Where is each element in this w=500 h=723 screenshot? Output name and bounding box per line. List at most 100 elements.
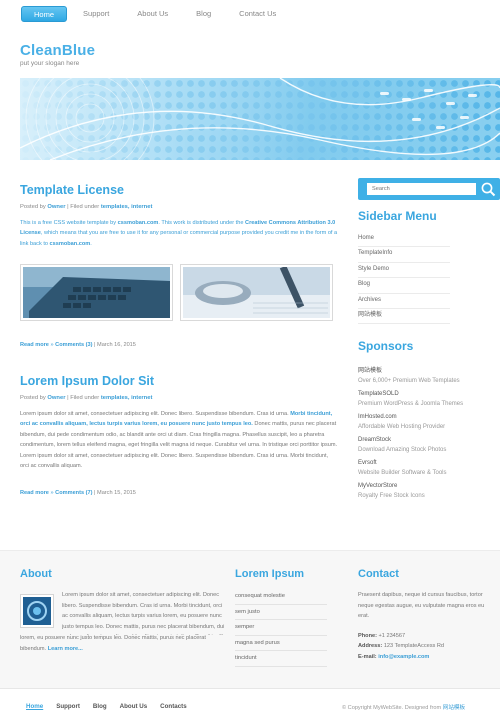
sidebar-menu-title: Sidebar Menu bbox=[358, 209, 437, 223]
lorem-list-item[interactable]: sem justo bbox=[235, 605, 327, 621]
post-text: Lorem ipsum dolor sit amet, consectetuer… bbox=[20, 411, 289, 417]
about-thumbnail bbox=[20, 594, 54, 628]
read-more-link[interactable]: Read more bbox=[20, 342, 49, 348]
post-text: . bbox=[90, 240, 92, 247]
post-category-link[interactable]: templates, internet bbox=[101, 395, 153, 401]
footer-nav-support[interactable]: Support bbox=[56, 703, 80, 710]
footer-nav-home[interactable]: Home bbox=[26, 703, 43, 710]
lorem-ipsum-title: Lorem Ipsum bbox=[235, 568, 305, 580]
contact-details: Phone: +1 234567 Address: 123 TemplateAc… bbox=[358, 631, 498, 662]
sponsor-name[interactable]: MyVectorStore bbox=[358, 483, 498, 489]
sponsor-item: DreamStock Download Amazing Stock Photos bbox=[358, 437, 498, 453]
post-title[interactable]: Template License bbox=[20, 183, 338, 197]
contact-title: Contact bbox=[358, 568, 399, 580]
nav-item-support[interactable]: Support bbox=[71, 6, 121, 22]
sidebar-item-archives[interactable]: Archives bbox=[358, 294, 450, 309]
post-category-link[interactable]: templates, internet bbox=[101, 204, 153, 210]
post-author-link[interactable]: Owner bbox=[47, 395, 65, 401]
sponsor-item: MyVectorStore Royalty Free Stock Icons bbox=[358, 483, 498, 499]
lorem-ipsum-list: consequat molestie sem justo semper magn… bbox=[235, 589, 327, 667]
sponsor-name[interactable]: DreamStock bbox=[358, 437, 498, 443]
sidebar-item-templates[interactable]: 网站模板 bbox=[358, 309, 450, 325]
post-text: This is a free CSS website template by bbox=[20, 220, 117, 226]
sponsor-desc: Download Amazing Stock Photos bbox=[358, 447, 447, 453]
laptop-image bbox=[23, 267, 170, 318]
footer-nav-blog[interactable]: Blog bbox=[93, 703, 107, 710]
lorem-list-item[interactable]: semper bbox=[235, 620, 327, 636]
sponsor-desc: Affordable Web Hosting Provider bbox=[358, 424, 446, 430]
sponsors-title: Sponsors bbox=[358, 339, 414, 353]
post-text: . This work is distributed under the bbox=[158, 220, 244, 226]
meta-label: Posted by bbox=[20, 395, 46, 401]
sponsors-list: 网站模板 Over 6,000+ Premium Web Templates T… bbox=[358, 365, 498, 506]
nav-item-blog[interactable]: Blog bbox=[184, 6, 223, 22]
site-slogan: put your slogan here bbox=[20, 60, 80, 67]
post-title[interactable]: Lorem Ipsum Dolor Sit bbox=[20, 374, 338, 388]
cssmoban-link[interactable]: cssmoban.com bbox=[50, 241, 91, 247]
lorem-list-item[interactable]: magna sed purus bbox=[235, 636, 327, 652]
nav-item-home[interactable]: Home bbox=[21, 6, 68, 22]
post-text: Donec mattis, purus nec placerat bibendu… bbox=[20, 421, 338, 470]
about-text-tail: lorem, eu posuere nunc justo tempus leo.… bbox=[20, 633, 225, 654]
copyright-text: © Copyright MyWebSite. Designed from bbox=[342, 705, 442, 711]
sidebar-item-blog[interactable]: Blog bbox=[358, 278, 450, 294]
about-learn-more-link[interactable]: Learn more... bbox=[48, 646, 83, 652]
sidebar-menu: Home TemplateInfo Style Demo Blog Archiv… bbox=[358, 232, 450, 325]
sponsor-name[interactable]: Evrsoft bbox=[358, 460, 498, 466]
post-body: Lorem ipsum dolor sit amet, consectetuer… bbox=[20, 409, 338, 471]
post-template-license: Template License Posted by Owner | Filed… bbox=[20, 183, 338, 249]
footer-nav-contacts[interactable]: Contacts bbox=[160, 703, 186, 710]
footer-nav-about-us[interactable]: About Us bbox=[120, 703, 148, 710]
email-link[interactable]: info@example.com bbox=[378, 654, 429, 660]
copyright: © Copyright MyWebSite. Designed from 网站模… bbox=[342, 703, 465, 711]
sidebar-item-templateinfo[interactable]: TemplateInfo bbox=[358, 247, 450, 263]
contact-phone: Phone: +1 234567 bbox=[358, 631, 498, 641]
about-body: Lorem ipsum dolor sit amet, consectetuer… bbox=[62, 592, 226, 635]
post-body: This is a free CSS website template by c… bbox=[20, 218, 338, 249]
sidebar-item-home[interactable]: Home bbox=[358, 232, 450, 248]
sponsor-name[interactable]: TemplateSOLD bbox=[358, 391, 498, 397]
post-image-laptop[interactable] bbox=[20, 264, 173, 321]
globe-icon bbox=[23, 597, 51, 625]
cssmoban-link[interactable]: cssmoban.com bbox=[118, 220, 159, 226]
top-navigation-bar: Home Support About Us Blog Contact Us bbox=[0, 0, 500, 28]
meta-label: | Filed under bbox=[67, 395, 100, 401]
meta-label: | Filed under bbox=[67, 204, 100, 210]
meta-label: Posted by bbox=[20, 204, 46, 210]
bottom-bar: Home Support Blog About Us Contacts © Co… bbox=[0, 688, 500, 723]
nav-item-about-us[interactable]: About Us bbox=[125, 6, 180, 22]
post-meta: Posted by Owner | Filed under templates,… bbox=[20, 204, 338, 210]
site-logo[interactable]: CleanBlue put your slogan here bbox=[20, 42, 95, 67]
about-title: About bbox=[20, 568, 52, 580]
search-icon[interactable] bbox=[479, 180, 497, 198]
read-more-link[interactable]: Read more bbox=[20, 490, 49, 496]
search-form bbox=[358, 178, 500, 200]
phone-label: Phone: bbox=[358, 633, 377, 639]
header-banner-image bbox=[20, 78, 500, 160]
site-title[interactable]: CleanBlue bbox=[20, 42, 95, 59]
copyright-link[interactable]: 网站模板 bbox=[443, 705, 465, 711]
sidebar-item-style-demo[interactable]: Style Demo bbox=[358, 263, 450, 279]
about-text: Lorem ipsum dolor sit amet, consectetuer… bbox=[62, 590, 227, 635]
sponsor-item: 网站模板 Over 6,000+ Premium Web Templates bbox=[358, 365, 498, 384]
comments-link[interactable]: Comments (7) bbox=[55, 490, 92, 496]
main-nav: Home Support About Us Blog Contact Us bbox=[21, 6, 292, 22]
contact-text: Praesent dapibus, neque id cursus faucib… bbox=[358, 592, 485, 620]
lorem-list-item[interactable]: tincidunt bbox=[235, 651, 327, 667]
post-image-phone-pen[interactable] bbox=[180, 264, 333, 321]
sponsor-desc: Premium WordPress & Joomla Themes bbox=[358, 401, 464, 407]
address-value: 123 TemplateAccess Rd bbox=[383, 643, 445, 650]
comments-link[interactable]: Comments (3) bbox=[55, 342, 92, 348]
nav-item-contact-us[interactable]: Contact Us bbox=[227, 6, 288, 22]
sponsor-name[interactable]: 网站模板 bbox=[358, 365, 498, 374]
sponsor-name[interactable]: ImHosted.com bbox=[358, 414, 498, 420]
sponsor-desc: Website Builder Software & Tools bbox=[358, 470, 447, 476]
post-author-link[interactable]: Owner bbox=[47, 204, 65, 210]
sponsor-item: Evrsoft Website Builder Software & Tools bbox=[358, 460, 498, 476]
sponsor-desc: Royalty Free Stock Icons bbox=[358, 493, 425, 499]
lorem-list-item[interactable]: consequat molestie bbox=[235, 589, 327, 605]
email-label: E-mail: bbox=[358, 653, 377, 660]
sponsor-item: TemplateSOLD Premium WordPress & Joomla … bbox=[358, 391, 498, 407]
search-input[interactable] bbox=[367, 183, 476, 195]
contact-address: Address: 123 TemplateAccess Rd bbox=[358, 641, 498, 651]
